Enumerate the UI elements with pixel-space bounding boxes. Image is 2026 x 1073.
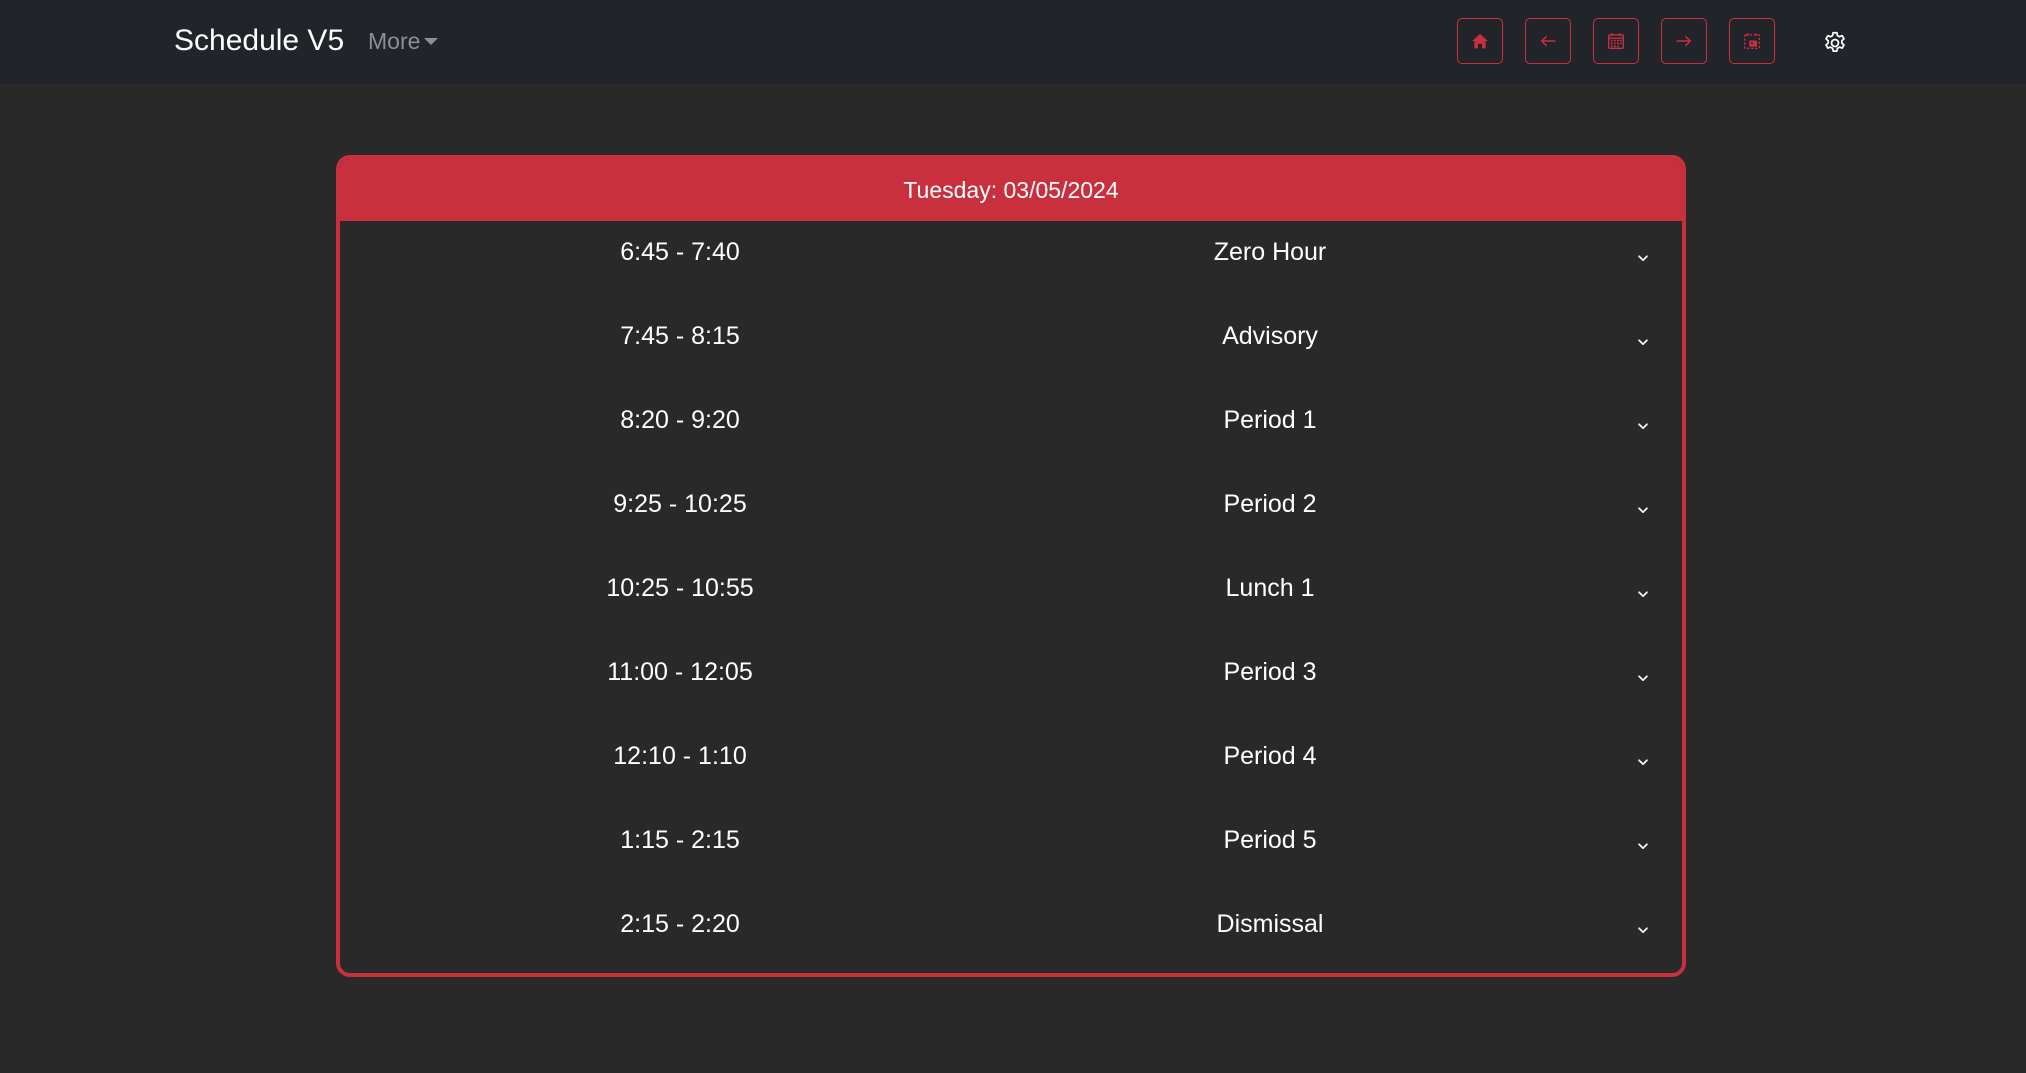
arrow-left-icon (1541, 35, 1556, 47)
period-row[interactable]: 11:00 - 12:05 Period 3 (340, 641, 1682, 725)
chevron-down-icon[interactable] (1636, 755, 1650, 769)
period-name: Dismissal (1216, 910, 1324, 938)
period-time: 7:45 - 8:15 (620, 322, 740, 350)
chevron-down-icon[interactable] (1636, 587, 1650, 601)
period-name: Period 1 (1223, 406, 1317, 434)
top-navbar: Schedule V5 More (0, 0, 2026, 84)
period-list: 6:45 - 7:40 Zero Hour 7:45 - 8:15 Adviso… (340, 221, 1682, 973)
more-dropdown[interactable]: More (368, 28, 439, 55)
chevron-down-icon[interactable] (1636, 671, 1650, 685)
period-time: 11:00 - 12:05 (607, 658, 753, 686)
chevron-down-icon[interactable] (1636, 335, 1650, 349)
chevron-down-icon[interactable] (1636, 419, 1650, 433)
previous-day-button[interactable] (1525, 18, 1571, 64)
period-name: Lunch 1 (1225, 574, 1315, 602)
home-icon (1472, 33, 1488, 49)
period-time: 6:45 - 7:40 (620, 238, 740, 266)
next-day-button[interactable] (1661, 18, 1707, 64)
calendar-event-button[interactable] (1729, 18, 1775, 64)
period-name: Period 4 (1223, 742, 1317, 770)
gear-icon[interactable] (1822, 30, 1848, 56)
period-time: 8:20 - 9:20 (620, 406, 740, 434)
period-name: Period 5 (1223, 826, 1317, 854)
period-name: Period 3 (1223, 658, 1317, 686)
period-row[interactable]: 6:45 - 7:40 Zero Hour (340, 221, 1682, 305)
period-row[interactable]: 2:15 - 2:20 Dismissal (340, 893, 1682, 973)
calendar-event-icon (1744, 33, 1760, 49)
chevron-down-icon[interactable] (1636, 503, 1650, 517)
schedule-card: Tuesday: 03/05/2024 6:45 - 7:40 Zero Hou… (336, 155, 1686, 977)
chevron-down-icon[interactable] (1636, 251, 1650, 265)
chevron-down-icon[interactable] (1636, 839, 1650, 853)
period-time: 9:25 - 10:25 (613, 490, 747, 518)
more-dropdown-label: More (368, 28, 421, 54)
home-button[interactable] (1457, 18, 1503, 64)
period-row[interactable]: 12:10 - 1:10 Period 4 (340, 725, 1682, 809)
period-name: Zero Hour (1213, 238, 1327, 266)
calendar-button[interactable] (1593, 18, 1639, 64)
period-time: 12:10 - 1:10 (613, 742, 747, 770)
period-time: 2:15 - 2:20 (620, 910, 740, 938)
period-row[interactable]: 9:25 - 10:25 Period 2 (340, 473, 1682, 557)
chevron-down-icon[interactable] (1636, 923, 1650, 937)
calendar-icon (1608, 33, 1624, 49)
period-time: 1:15 - 2:15 (620, 826, 740, 854)
period-name: Period 2 (1223, 490, 1317, 518)
caret-down-icon (424, 37, 439, 45)
period-row[interactable]: 10:25 - 10:55 Lunch 1 (340, 557, 1682, 641)
period-row[interactable]: 7:45 - 8:15 Advisory (340, 305, 1682, 389)
period-time: 10:25 - 10:55 (606, 574, 754, 602)
period-row[interactable]: 1:15 - 2:15 Period 5 (340, 809, 1682, 893)
arrow-right-icon (1676, 35, 1691, 47)
period-name: Advisory (1222, 322, 1318, 350)
period-row[interactable]: 8:20 - 9:20 Period 1 (340, 389, 1682, 473)
app-brand[interactable]: Schedule V5 (174, 24, 344, 58)
